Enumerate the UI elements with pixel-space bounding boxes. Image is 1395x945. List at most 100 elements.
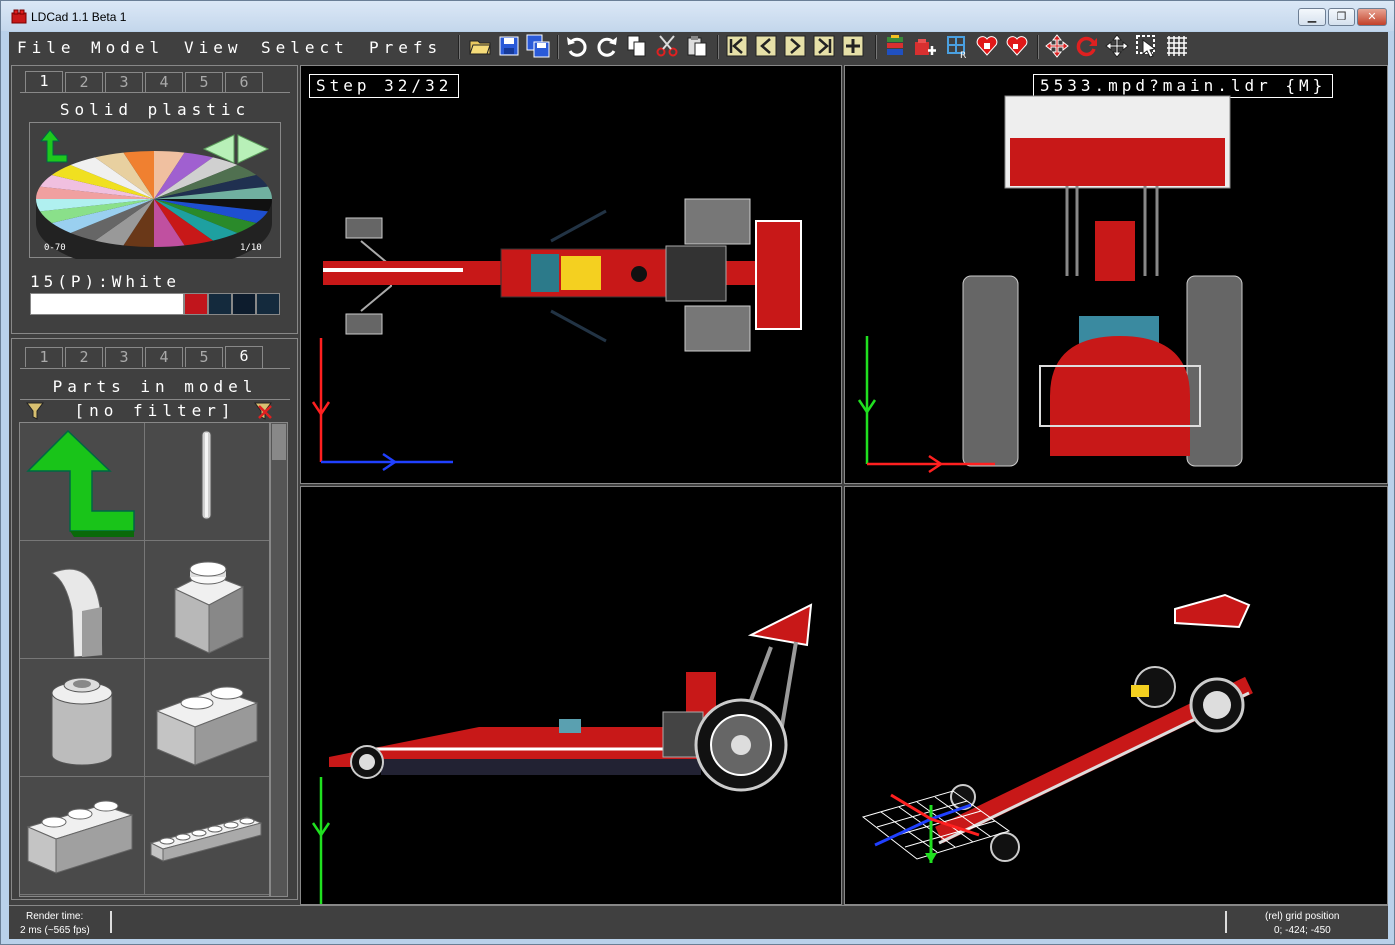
toolbar-separator [1037, 35, 1039, 59]
submodel-icon[interactable] [884, 34, 908, 58]
axis-gizmo-side [311, 777, 331, 904]
filter-icon[interactable] [26, 402, 44, 420]
scroll-thumb[interactable] [272, 424, 286, 460]
grid-snap-icon[interactable] [1165, 34, 1189, 58]
part-round-brick[interactable] [20, 659, 145, 777]
part-brick-1x2[interactable] [145, 659, 269, 777]
next-palette-icon[interactable] [236, 133, 270, 165]
select-mode-icon[interactable] [1135, 34, 1159, 58]
color-tab-3[interactable]: 3 [105, 72, 143, 92]
toolbar-separator [458, 35, 460, 59]
maximize-button[interactable]: ❐ [1328, 8, 1355, 26]
selected-color-name: 15(P):White [30, 272, 180, 291]
parts-tab-3[interactable]: 3 [105, 347, 143, 367]
up-arrow-icon [26, 429, 135, 537]
color-tab-5[interactable]: 5 [185, 72, 223, 92]
save-icon[interactable] [497, 34, 521, 58]
add-step-icon[interactable] [841, 34, 865, 58]
swatch-recent-1[interactable] [184, 293, 208, 315]
render-time-value: 2 ms (~565 fps) [20, 925, 90, 936]
menu-select[interactable]: Select [261, 38, 349, 57]
swatch-recent-2[interactable] [208, 293, 232, 315]
menu-model[interactable]: Model [91, 38, 164, 57]
app-window: LDCad 1.1 Beta 1 ▁ ❐ ✕ File Model View S… [0, 0, 1395, 945]
brick-icon [155, 686, 259, 766]
tab-underline [20, 92, 290, 93]
plate-icon [149, 816, 263, 862]
parts-tab-6[interactable]: 6 [225, 346, 263, 368]
up-arrow-icon[interactable] [40, 129, 70, 163]
paste-icon[interactable] [685, 34, 709, 58]
part-curved-slope[interactable] [20, 541, 145, 659]
rotate-icon[interactable] [1075, 34, 1099, 58]
status-separator [110, 911, 112, 933]
prev-step-icon[interactable] [754, 34, 778, 58]
swatch-recent-3[interactable] [232, 293, 256, 315]
swatch-recent-4[interactable] [256, 293, 280, 315]
part-thumbnail-grid [19, 422, 270, 897]
filter-row: [no filter] [20, 399, 290, 421]
menu-bar: File Model View Select Prefs R [9, 32, 1388, 62]
palette-range-left: 0-70 [44, 243, 66, 253]
move-icon[interactable] [1045, 34, 1069, 58]
undo-icon[interactable] [565, 34, 589, 58]
prev-palette-icon[interactable] [202, 133, 236, 165]
viewport-side[interactable] [300, 486, 842, 905]
color-tab-6[interactable]: 6 [225, 72, 263, 92]
clear-filter-icon[interactable] [254, 402, 274, 420]
add-submodel-icon[interactable] [913, 34, 937, 58]
next-step-icon[interactable] [783, 34, 807, 58]
parts-tab-1[interactable]: 1 [25, 347, 63, 367]
parts-title: Parts in model [52, 377, 258, 396]
part-plate-1x6[interactable] [145, 777, 269, 895]
ldcad-logo-icon [11, 9, 27, 24]
viewport-3d[interactable] [844, 486, 1388, 905]
tab-underline [20, 368, 290, 369]
parts-tab-5[interactable]: 5 [185, 347, 223, 367]
curved-slope-icon [50, 568, 103, 658]
menu-view[interactable]: View [184, 38, 243, 57]
open-icon[interactable] [468, 34, 492, 58]
cut-icon[interactable] [655, 34, 679, 58]
palette-page: 1/10 [240, 243, 262, 253]
redo-icon[interactable] [595, 34, 619, 58]
svg-text:R: R [960, 51, 966, 58]
grid-icon[interactable]: R [945, 34, 969, 61]
toolbar-separator [875, 35, 877, 59]
axis-gizmo-front [857, 336, 995, 474]
move-mode-icon[interactable] [1105, 34, 1129, 58]
parts-tab-2[interactable]: 2 [65, 347, 103, 367]
title-bar[interactable]: LDCad 1.1 Beta 1 ▁ ❐ ✕ [1, 1, 1394, 31]
parts-tab-4[interactable]: 4 [145, 347, 183, 367]
viewport-top[interactable]: Step 32/32 [300, 65, 842, 484]
color-tab-1[interactable]: 1 [25, 71, 63, 93]
part-technic-axle[interactable] [145, 423, 269, 541]
color-tab-2[interactable]: 2 [65, 72, 103, 92]
menu-file[interactable]: File [17, 38, 76, 57]
part-brick-1x3[interactable] [20, 777, 145, 895]
first-step-icon[interactable] [725, 34, 749, 58]
minimize-button[interactable]: ▁ [1298, 8, 1326, 26]
favorite-icon[interactable] [975, 34, 999, 58]
color-group-title: Solid plastic [59, 100, 251, 119]
toolbar-separator [717, 35, 719, 59]
menu-prefs[interactable]: Prefs [369, 38, 442, 57]
save-all-icon[interactable] [526, 34, 550, 58]
color-tab-4[interactable]: 4 [145, 72, 183, 92]
part-up-arrow[interactable] [20, 423, 145, 541]
favorite-add-icon[interactable] [1005, 34, 1029, 58]
swatch-current[interactable] [30, 293, 184, 315]
copy-icon[interactable] [625, 34, 649, 58]
filter-text[interactable]: [no filter] [50, 401, 260, 420]
render-time-label: Render time: [26, 911, 84, 922]
color-panel: 1 2 3 4 5 6 Solid plastic 0-70 1/10 15(P… [11, 65, 298, 334]
parts-scrollbar[interactable] [270, 422, 288, 897]
close-button[interactable]: ✕ [1357, 8, 1387, 26]
brick-icon [26, 800, 134, 874]
round-brick-icon [51, 677, 113, 766]
part-brick-1x1[interactable] [145, 541, 269, 659]
last-step-icon[interactable] [812, 34, 836, 58]
grid-position-value: 0; -424; -450 [1274, 925, 1331, 936]
toolbar-separator [557, 35, 559, 59]
viewport-front[interactable]: 5533.mpd?main.ldr {M} [844, 65, 1388, 484]
